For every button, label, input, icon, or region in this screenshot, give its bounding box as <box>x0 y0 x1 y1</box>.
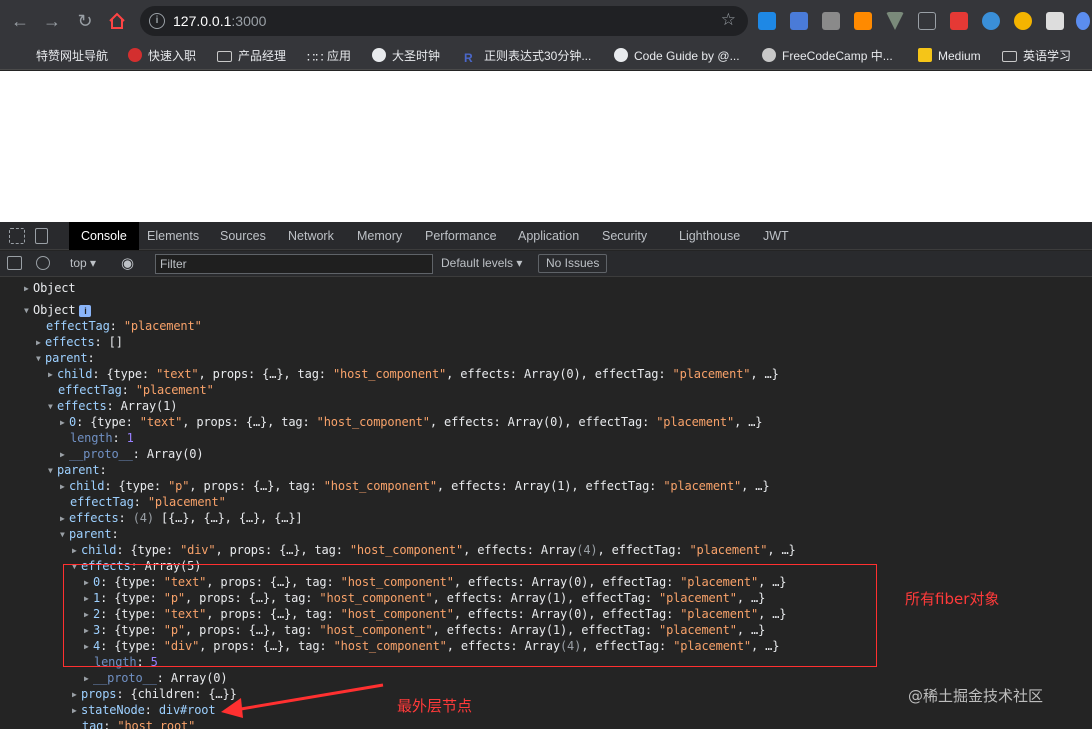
reload-icon[interactable]: ↻ <box>73 9 97 33</box>
extension-icon[interactable] <box>1076 12 1090 30</box>
console-tree-row: effectTag: "placement" <box>58 383 214 397</box>
watermark: @稀土掘金技术社区 <box>908 687 1044 705</box>
bookmark-item[interactable]: ∷∷ 应用 <box>307 47 351 65</box>
folder-icon <box>217 51 232 62</box>
github-icon <box>762 48 776 62</box>
tab-memory[interactable]: Memory <box>357 222 402 250</box>
extension-icon[interactable] <box>1014 12 1032 30</box>
extension-icon[interactable] <box>982 12 1000 30</box>
console-tree-row[interactable]: ▶ __proto__: Array(0) <box>60 446 204 462</box>
console-tree-row[interactable]: ▶ 0: {type: "text", props: {…}, tag: "hos… <box>60 414 763 430</box>
extension-icon[interactable] <box>918 12 936 30</box>
inspect-element-icon[interactable] <box>9 228 25 244</box>
highlight-box <box>63 564 877 667</box>
console-tree-row[interactable]: ▶ child: {type: "p", props: {…}, tag: "ho… <box>60 478 770 494</box>
console-tree-row[interactable]: ▶ child: {type: "div", props: {…}, tag: "… <box>72 542 796 558</box>
tab-elements[interactable]: Elements <box>147 222 199 250</box>
clear-console-icon[interactable] <box>36 256 50 270</box>
console-tree-row[interactable]: ▼ effects: Array(1) <box>48 398 177 414</box>
filter-input[interactable] <box>155 254 433 274</box>
bookmark-item[interactable]: Medium <box>918 47 981 65</box>
sidebar-toggle-icon[interactable] <box>7 256 22 270</box>
tab-lighthouse[interactable]: Lighthouse <box>679 222 740 250</box>
console-tree-row[interactable]: ▼ parent: <box>48 462 107 478</box>
regex-icon: R <box>464 51 473 65</box>
console-toolbar: top ▾ ◉ Default levels ▾ No Issues <box>0 251 1092 277</box>
annotation-outermost-node: 最外层节点 <box>397 697 473 715</box>
console-tree-row[interactable]: ▶ __proto__: Array(0) <box>84 670 228 686</box>
page-viewport[interactable] <box>0 71 1092 222</box>
forward-icon[interactable]: → <box>40 9 64 33</box>
bookmark-item[interactable]: 英语学习 <box>1002 47 1071 65</box>
console-tree-row[interactable]: ▶ effects: [] <box>36 334 123 350</box>
console-tree-row: tag: "host_root" <box>82 719 196 729</box>
mail-icon[interactable] <box>1046 12 1064 30</box>
eye-icon[interactable]: ◉ <box>121 254 134 272</box>
console-entry[interactable]: ▶ Object <box>24 280 76 296</box>
url-text: 127.0.0.1:3000 <box>173 13 267 29</box>
console-tree-row[interactable]: ▶ child: {type: "text", props: {…}, tag: … <box>48 366 779 382</box>
annotation-all-fibers: 所有fiber对象 <box>905 590 1000 608</box>
devtools-tab-bar: Console Elements Sources Network Memory … <box>0 222 1092 250</box>
annotation-arrow <box>221 683 384 718</box>
console-entry[interactable]: ▼ Object i <box>24 302 92 318</box>
tab-performance[interactable]: Performance <box>425 222 497 250</box>
folder-icon <box>1002 51 1017 62</box>
bookmark-item[interactable]: 大圣时钟 <box>372 47 440 65</box>
context-selector[interactable]: top ▾ <box>70 256 96 270</box>
extension-icon[interactable] <box>758 12 776 30</box>
bookmark-item[interactable]: 快速入职 <box>128 47 196 65</box>
console-tree-row: length: 1 <box>70 431 134 445</box>
bookmark-item[interactable]: Code Guide by @... <box>614 47 740 65</box>
console-tree-row[interactable]: ▶ props: {children: {…}} <box>72 686 237 702</box>
back-icon[interactable]: ← <box>8 9 32 33</box>
tab-application[interactable]: Application <box>518 222 579 250</box>
medium-icon <box>918 48 932 62</box>
console-tree-row[interactable]: ▼ parent: <box>36 350 95 366</box>
tab-security[interactable]: Security <box>602 222 647 250</box>
fe-extension-icon[interactable] <box>950 12 968 30</box>
tab-sources[interactable]: Sources <box>220 222 266 250</box>
bookmark-item[interactable]: 产品经理 <box>217 47 286 65</box>
translate-icon[interactable] <box>790 12 808 30</box>
home-icon[interactable] <box>105 9 129 33</box>
console-tree-row[interactable]: ▶ effects: (4) [{…}, {…}, {…}, {…}] <box>60 510 303 526</box>
site-info-icon[interactable]: i <box>149 13 165 29</box>
globe-icon <box>372 48 386 62</box>
tab-jwt[interactable]: JWT <box>763 222 789 250</box>
issues-button[interactable]: No Issues <box>538 254 608 273</box>
bookmark-star-icon[interactable]: ☆ <box>721 10 736 30</box>
bookmarks-bar: 特赞网址导航 快速入职 产品经理 ∷∷ 应用 大圣时钟 R 正则表达式30分钟...… <box>0 42 1092 112</box>
console-tree-row: effectTag: "placement" <box>46 319 202 333</box>
download-icon[interactable] <box>822 12 840 30</box>
address-bar[interactable]: i 127.0.0.1:3000 ☆ <box>140 6 748 36</box>
bookmark-item[interactable]: R 正则表达式30分钟... <box>464 47 591 65</box>
vue-devtools-icon[interactable] <box>886 12 904 30</box>
bookmark-item[interactable]: 特赞网址导航 <box>36 47 108 65</box>
device-toolbar-icon[interactable] <box>35 228 48 244</box>
bookmark-item[interactable]: FreeCodeCamp 中... <box>762 47 893 65</box>
console-tree-row[interactable]: ▼ parent: <box>60 526 119 542</box>
tab-network[interactable]: Network <box>288 222 334 250</box>
levels-dropdown[interactable]: Default levels ▾ <box>441 256 522 270</box>
console-tree-row[interactable]: ▶ stateNode: div#root <box>72 702 216 718</box>
apps-grid-icon: ∷∷ <box>307 50 324 65</box>
globe-icon <box>614 48 628 62</box>
browser-toolbar: ← → ↻ i 127.0.0.1:3000 ☆ <box>0 0 1092 42</box>
info-icon[interactable]: i <box>79 305 92 317</box>
tab-console[interactable]: Console <box>69 222 139 250</box>
extension-icon[interactable] <box>854 12 872 30</box>
console-tree-row: effectTag: "placement" <box>70 495 226 509</box>
circle-arrow-icon <box>128 48 142 62</box>
